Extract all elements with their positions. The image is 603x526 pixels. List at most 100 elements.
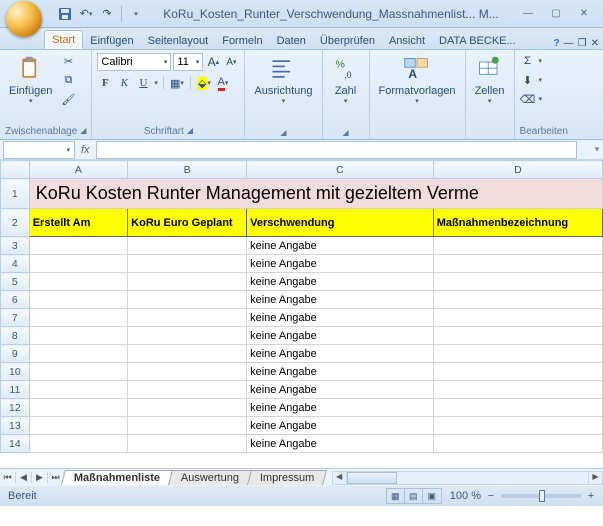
- row-header[interactable]: 2: [1, 209, 30, 237]
- font-size-select[interactable]: 11▾: [173, 53, 203, 71]
- data-cell[interactable]: keine Angabe: [247, 399, 434, 417]
- row-header[interactable]: 12: [1, 399, 30, 417]
- doc-minimize-button[interactable]: —: [564, 38, 574, 49]
- data-cell[interactable]: [433, 345, 602, 363]
- data-cell[interactable]: [128, 435, 247, 453]
- zoom-slider[interactable]: [501, 494, 581, 498]
- alignment-launcher-icon[interactable]: ◢: [280, 128, 286, 137]
- tab-seitenlayout[interactable]: Seitenlayout: [141, 32, 216, 49]
- row-header[interactable]: 11: [1, 381, 30, 399]
- worksheet[interactable]: A B C D 1 KoRu Kosten Runter Management …: [0, 160, 603, 468]
- clipboard-launcher-icon[interactable]: ◢: [80, 126, 86, 137]
- paste-button[interactable]: Einfügen ▾: [5, 53, 56, 107]
- tab-ueberpruefen[interactable]: Überprüfen: [313, 32, 382, 49]
- data-cell[interactable]: keine Angabe: [247, 435, 434, 453]
- row-header[interactable]: 4: [1, 255, 30, 273]
- number-button[interactable]: %,0 Zahl ▾: [328, 53, 364, 107]
- tab-ansicht[interactable]: Ansicht: [382, 32, 432, 49]
- data-cell[interactable]: keine Angabe: [247, 255, 434, 273]
- data-cell[interactable]: [29, 255, 127, 273]
- name-box[interactable]: ▾: [3, 141, 75, 159]
- zoom-out-button[interactable]: −: [485, 490, 497, 502]
- data-cell[interactable]: keine Angabe: [247, 327, 434, 345]
- font-name-select[interactable]: Calibri▾: [97, 53, 171, 71]
- data-cell[interactable]: keine Angabe: [247, 363, 434, 381]
- data-cell[interactable]: [128, 363, 247, 381]
- data-cell[interactable]: [29, 381, 127, 399]
- font-color-icon[interactable]: A▾: [215, 75, 231, 91]
- page-layout-view-icon[interactable]: ▤: [405, 489, 423, 503]
- tab-nav-first-icon[interactable]: ⏮: [0, 472, 16, 483]
- copy-icon[interactable]: ⧉: [60, 72, 76, 88]
- sheet-tab-massnahmenliste[interactable]: Maßnahmenliste: [61, 470, 173, 485]
- header-cell[interactable]: Verschwendung: [247, 209, 434, 237]
- scroll-left-icon[interactable]: ◀: [333, 472, 347, 484]
- sheet-tab-auswertung[interactable]: Auswertung: [168, 470, 252, 485]
- data-cell[interactable]: [29, 417, 127, 435]
- data-cell[interactable]: [128, 273, 247, 291]
- data-cell[interactable]: [433, 435, 602, 453]
- scroll-thumb[interactable]: [347, 472, 397, 484]
- fill-color-icon[interactable]: ⬙▾: [196, 75, 212, 91]
- data-cell[interactable]: [433, 381, 602, 399]
- shrink-font-icon[interactable]: A▾: [223, 54, 239, 70]
- row-header[interactable]: 7: [1, 309, 30, 327]
- help-icon[interactable]: ?: [554, 38, 560, 49]
- scroll-right-icon[interactable]: ▶: [588, 472, 602, 484]
- row-header[interactable]: 1: [1, 179, 30, 209]
- horizontal-scrollbar[interactable]: ◀ ▶: [332, 471, 603, 485]
- row-header[interactable]: 13: [1, 417, 30, 435]
- data-cell[interactable]: [128, 291, 247, 309]
- fx-icon[interactable]: fx: [81, 144, 90, 156]
- data-cell[interactable]: [29, 273, 127, 291]
- header-cell[interactable]: KoRu Euro Geplant: [128, 209, 247, 237]
- row-header[interactable]: 10: [1, 363, 30, 381]
- data-cell[interactable]: [433, 363, 602, 381]
- tab-databecker[interactable]: DATA BECKE...: [432, 32, 523, 49]
- grow-font-icon[interactable]: A▴: [205, 54, 221, 70]
- formula-input[interactable]: [96, 141, 577, 159]
- sheet-tab-impressum[interactable]: Impressum: [247, 470, 327, 485]
- tab-formeln[interactable]: Formeln: [215, 32, 269, 49]
- data-cell[interactable]: keine Angabe: [247, 381, 434, 399]
- data-cell[interactable]: [29, 237, 127, 255]
- data-cell[interactable]: [433, 255, 602, 273]
- cells-button[interactable]: Zellen ▾: [471, 53, 509, 107]
- underline-button[interactable]: U: [135, 75, 151, 91]
- data-cell[interactable]: [29, 345, 127, 363]
- clear-icon[interactable]: ⌫: [520, 91, 536, 107]
- data-cell[interactable]: [128, 381, 247, 399]
- italic-button[interactable]: K: [116, 75, 132, 91]
- data-cell[interactable]: [29, 309, 127, 327]
- page-break-view-icon[interactable]: ▣: [423, 489, 441, 503]
- fill-icon[interactable]: ⬇: [520, 72, 536, 88]
- col-header-C[interactable]: C: [247, 161, 434, 179]
- data-cell[interactable]: [128, 417, 247, 435]
- font-launcher-icon[interactable]: ◢: [187, 126, 193, 137]
- tab-nav-next-icon[interactable]: ▶: [32, 472, 48, 483]
- select-all-corner[interactable]: [1, 161, 30, 179]
- data-cell[interactable]: [433, 417, 602, 435]
- row-header[interactable]: 9: [1, 345, 30, 363]
- data-cell[interactable]: [128, 237, 247, 255]
- number-launcher-icon[interactable]: ◢: [342, 128, 348, 137]
- data-cell[interactable]: keine Angabe: [247, 291, 434, 309]
- zoom-in-button[interactable]: +: [585, 490, 597, 502]
- row-header[interactable]: 6: [1, 291, 30, 309]
- save-icon[interactable]: [56, 5, 74, 23]
- data-cell[interactable]: [29, 363, 127, 381]
- cut-icon[interactable]: ✂: [60, 53, 76, 69]
- row-header[interactable]: 5: [1, 273, 30, 291]
- row-header[interactable]: 3: [1, 237, 30, 255]
- data-cell[interactable]: [128, 345, 247, 363]
- header-cell[interactable]: Erstellt Am: [29, 209, 127, 237]
- data-cell[interactable]: keine Angabe: [247, 237, 434, 255]
- normal-view-icon[interactable]: ▦: [387, 489, 405, 503]
- data-cell[interactable]: [128, 255, 247, 273]
- autosum-icon[interactable]: Σ: [520, 53, 536, 69]
- bold-button[interactable]: F: [97, 75, 113, 91]
- data-cell[interactable]: [128, 399, 247, 417]
- data-cell[interactable]: [29, 291, 127, 309]
- header-cell[interactable]: Maßnahmenbezeichnung: [433, 209, 602, 237]
- office-button[interactable]: [6, 1, 42, 37]
